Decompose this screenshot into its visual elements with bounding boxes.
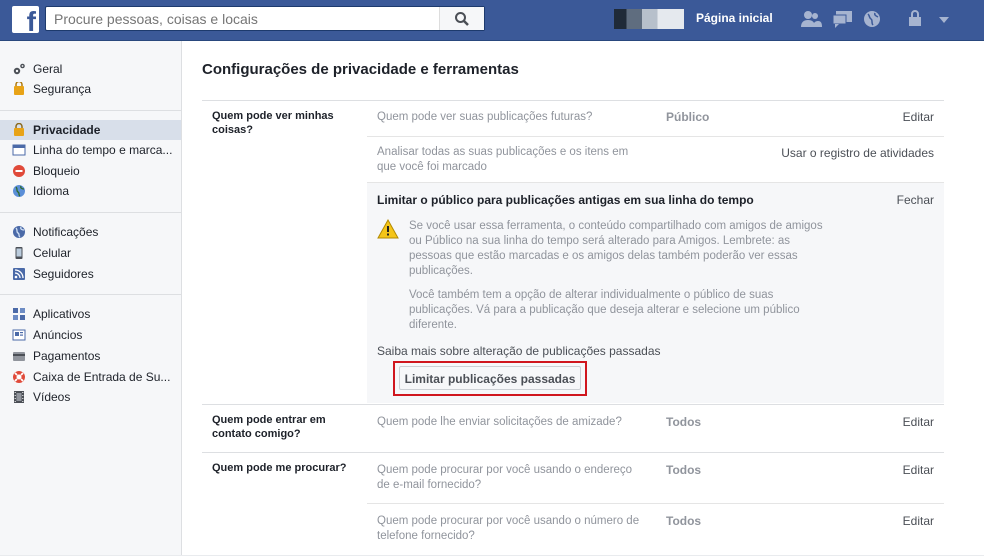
row-question: Quem pode ver suas publicações futuras? — [377, 111, 593, 123]
settings-sidebar: Geral Segurança Privacidade Linha do tem… — [0, 41, 182, 555]
notifications-globe-icon[interactable] — [862, 10, 884, 28]
row-question: Analisar todas as suas publicações e os … — [377, 146, 629, 173]
sidebar-item-label: Linha do tempo e marca... — [33, 143, 173, 157]
sidebar-item-pagamentos[interactable]: Pagamentos — [0, 346, 181, 366]
row-divider — [367, 503, 944, 504]
row-value: Todos — [666, 463, 702, 477]
lock-icon — [909, 10, 949, 26]
limit-past-posts-button[interactable]: Limitar publicações passadas — [399, 366, 581, 390]
search-input[interactable] — [46, 7, 457, 30]
sidebar-item-linha-do-tempo[interactable]: Linha do tempo e marca... — [0, 140, 181, 160]
sidebar-item-bloqueio[interactable]: Bloqueio — [0, 161, 181, 181]
sidebar-item-seguidores[interactable]: Seguidores — [0, 264, 181, 284]
film-icon — [14, 391, 24, 403]
edit-link[interactable]: Editar — [903, 463, 934, 477]
profile-avatar[interactable] — [614, 9, 684, 29]
row-divider — [367, 136, 944, 137]
sidebar-divider — [0, 212, 181, 213]
search-button[interactable] — [439, 7, 484, 30]
search-box — [45, 6, 485, 31]
section-heading: Quem pode entrar em contato comigo? — [212, 414, 326, 440]
search-icon — [455, 12, 469, 26]
mobile-icon — [15, 247, 23, 259]
sidebar-item-label: Segurança — [33, 82, 92, 96]
sidebar-item-anuncios[interactable]: Anúncios — [0, 325, 181, 345]
sidebar-item-label: Aplicativos — [33, 307, 91, 321]
lock-icon — [14, 123, 24, 136]
sidebar-item-aplicativos[interactable]: Aplicativos — [0, 304, 181, 324]
rss-icon — [13, 268, 25, 280]
sidebar-item-label: Notificações — [33, 225, 99, 239]
sidebar-item-label: Privacidade — [33, 123, 101, 137]
section-who-can-contact: Quem pode entrar em contato comigo? Quem… — [202, 404, 944, 453]
row-question: Quem pode procurar por você usando o end… — [377, 464, 633, 491]
sidebar-divider — [0, 294, 181, 295]
sidebar-item-notificacoes[interactable]: Notificações — [0, 222, 181, 242]
sidebar-item-label: Vídeos — [33, 390, 71, 404]
apps-icon — [13, 308, 25, 320]
messages-icon[interactable] — [832, 10, 854, 28]
friend-requests-icon[interactable] — [800, 10, 822, 28]
sidebar-item-caixa-de-entrada[interactable]: Caixa de Entrada de Su... — [0, 367, 181, 387]
edit-link[interactable]: Editar — [903, 415, 934, 429]
sidebar-item-label: Anúncios — [33, 328, 83, 342]
row-question: Quem pode lhe enviar solicitações de ami… — [377, 416, 622, 428]
row-value: Todos — [666, 514, 702, 528]
security-badge-icon — [14, 82, 24, 95]
learn-more-link[interactable]: Saiba mais sobre alteração de publicaçõe… — [377, 344, 661, 358]
facebook-logo[interactable]: f — [12, 6, 39, 33]
sidebar-item-label: Pagamentos — [33, 349, 101, 363]
row-question: Quem pode procurar por você usando o núm… — [377, 515, 640, 542]
panel-title: Limitar o público para publicações antig… — [377, 193, 754, 207]
lifebuoy-icon — [13, 371, 25, 383]
sidebar-item-label: Bloqueio — [33, 164, 80, 178]
limit-past-posts-panel: Limitar o público para publicações antig… — [367, 182, 944, 403]
section-who-can-see: Quem pode ver minhas coisas? Quem pode v… — [202, 100, 944, 405]
sidebar-item-videos[interactable]: Vídeos — [0, 387, 181, 407]
timeline-icon — [12, 144, 26, 156]
sidebar-item-label: Caixa de Entrada de Su... — [33, 370, 171, 384]
home-link[interactable]: Página inicial — [696, 11, 773, 25]
activity-log-link[interactable]: Usar o registro de atividades — [781, 146, 934, 160]
row-value: Público — [666, 110, 710, 124]
row-value: Todos — [666, 415, 702, 429]
top-navigation-bar: f Página inicial — [0, 0, 984, 41]
notifications-globe-icon — [13, 226, 25, 238]
sidebar-item-celular[interactable]: Celular — [0, 243, 181, 263]
sidebar-item-privacidade[interactable]: Privacidade — [0, 120, 181, 140]
edit-link[interactable]: Editar — [903, 110, 934, 124]
card-icon — [13, 352, 25, 361]
close-link[interactable]: Fechar — [897, 193, 934, 207]
warning-icon — [377, 219, 399, 239]
sidebar-item-label: Seguidores — [33, 267, 94, 281]
sidebar-item-label: Celular — [33, 246, 72, 260]
info-text: Você também tem a opção de alterar indiv… — [409, 289, 800, 331]
privacy-shortcuts-menu[interactable] — [907, 10, 953, 28]
ads-icon — [12, 329, 26, 341]
section-heading: Quem pode me procurar? — [212, 462, 347, 474]
warning-text: Se você usar essa ferramenta, o conteúdo… — [409, 220, 823, 277]
globe-icon — [13, 185, 25, 197]
edit-link[interactable]: Editar — [903, 514, 934, 528]
privacy-settings-panel: Configurações de privacidade e ferrament… — [182, 41, 984, 555]
block-icon — [13, 165, 25, 177]
page-title: Configurações de privacidade e ferrament… — [202, 61, 519, 78]
sidebar-item-geral[interactable]: Geral — [0, 59, 181, 79]
section-who-can-find: Quem pode me procurar? Quem pode procura… — [202, 452, 944, 556]
sidebar-item-label: Idioma — [33, 184, 70, 198]
gear-icon — [13, 63, 25, 75]
sidebar-divider — [0, 110, 181, 111]
sidebar-item-seguranca[interactable]: Segurança — [0, 79, 181, 99]
section-heading: Quem pode ver minhas coisas? — [212, 110, 334, 136]
sidebar-item-idioma[interactable]: Idioma — [0, 181, 181, 201]
sidebar-item-label: Geral — [33, 62, 63, 76]
